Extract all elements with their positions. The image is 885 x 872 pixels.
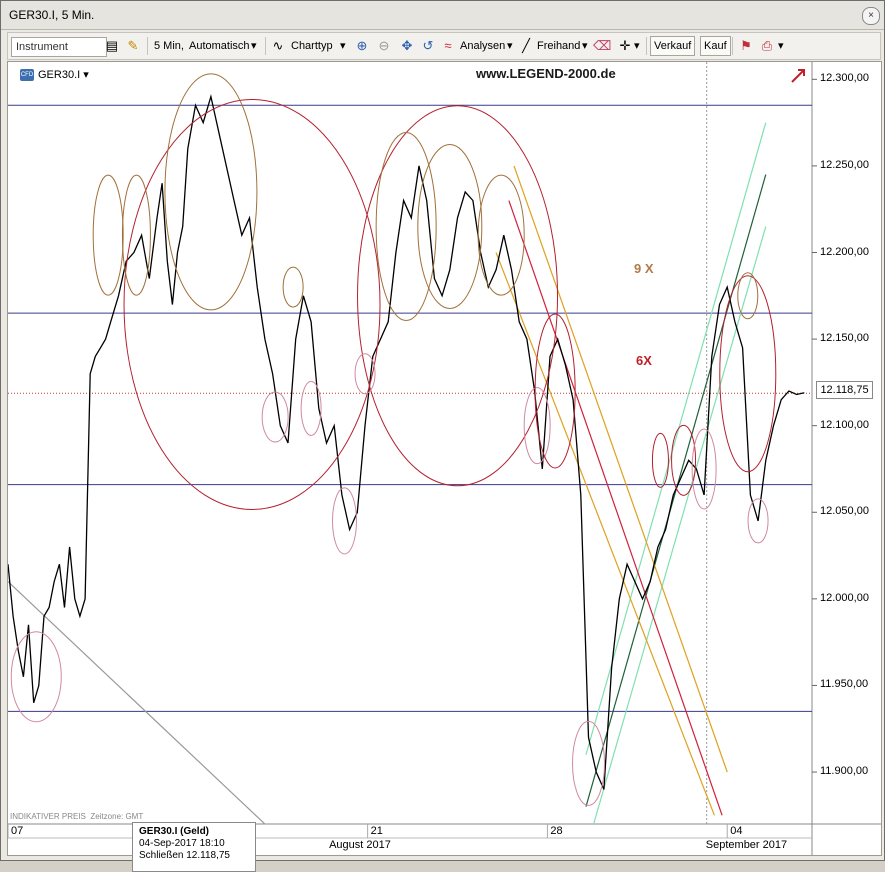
- annotation-circle: [477, 174, 525, 296]
- annotation-circle: [282, 266, 304, 308]
- zoom-in-icon[interactable]: ⊕: [354, 38, 370, 54]
- print-dropdown-icon[interactable]: ▾: [778, 37, 784, 55]
- move-icon[interactable]: ✥: [399, 38, 415, 54]
- annotation-6x: 6X: [636, 353, 652, 368]
- indicative-label: INDIKATIVER PREIS: [10, 812, 86, 821]
- analysen-menu[interactable]: Analysen: [460, 37, 505, 55]
- instrument-input[interactable]: Instrument: [11, 37, 107, 57]
- trend-arrow-icon: [791, 69, 805, 83]
- analysis-icon[interactable]: ≈: [440, 38, 456, 54]
- annotation-circle: [375, 132, 437, 322]
- freehand-icon[interactable]: ╱: [518, 38, 534, 54]
- window-title: GER30.I, 5 Min.: [9, 8, 95, 22]
- freihand-dropdown-icon[interactable]: ▾: [582, 37, 588, 55]
- y-tick-label: 12.050,00: [820, 505, 869, 518]
- x-tick-label: 07: [11, 825, 24, 837]
- y-tick-label: 12.300,00: [820, 72, 869, 85]
- downtrend-orange-lower: [495, 252, 715, 816]
- zoom-out-icon[interactable]: ⊖: [376, 38, 392, 54]
- reset-icon[interactable]: ↺: [420, 38, 436, 54]
- y-tick-label: 11.900,00: [820, 765, 869, 778]
- info-box: GER30.I (Geld) 04-Sep-2017 18:10 Schließ…: [132, 822, 256, 872]
- chart-toolbar: Instrument ▤ ✎ 5 Min, Automatisch ▾ ∿ Ch…: [7, 32, 881, 60]
- month-label: September 2017: [705, 839, 788, 851]
- annotation-circle: [417, 144, 483, 310]
- freihand-menu[interactable]: Freihand: [537, 37, 580, 55]
- toolbar-separator: [732, 37, 733, 55]
- annotation-circle: [123, 98, 381, 510]
- charttype-icon[interactable]: ∿: [270, 38, 286, 54]
- scale-select[interactable]: Automatisch: [189, 37, 250, 55]
- instrument-list-icon[interactable]: ▤: [104, 38, 120, 54]
- close-icon[interactable]: ×: [862, 7, 880, 25]
- scale-dropdown-icon[interactable]: ▾: [251, 37, 257, 55]
- cfd-badge-icon: CFD: [20, 69, 34, 82]
- annotation-circle: [164, 73, 258, 311]
- annotation-circle: [737, 272, 759, 320]
- channel-lower-line: [593, 226, 767, 825]
- toolbar-separator: [646, 37, 647, 55]
- y-tick-label: 12.100,00: [820, 418, 869, 431]
- timezone-label: Zeitzone: GMT: [90, 812, 144, 821]
- chart-window: GER30.I, 5 Min. × Instrument ▤ ✎ 5 Min, …: [0, 0, 885, 872]
- analysen-dropdown-icon[interactable]: ▾: [507, 37, 513, 55]
- annotation-circle: [300, 380, 322, 436]
- symbol-label: GER30.I: [38, 69, 81, 81]
- chart-area[interactable]: CFD GER30.I ▾ www.LEGEND-2000.de 9 X 6X 1…: [7, 61, 882, 872]
- info-datetime: 04-Sep-2017 18:10: [139, 838, 225, 849]
- x-tick-label: 28: [550, 825, 563, 837]
- compare-icon[interactable]: ✎: [125, 38, 141, 54]
- interval-select[interactable]: 5 Min,: [154, 37, 184, 55]
- month-label: August 2017: [329, 839, 391, 851]
- crosshair-dropdown-icon[interactable]: ▾: [634, 37, 640, 55]
- y-tick-label: 11.950,00: [820, 678, 869, 691]
- symbol-selector[interactable]: CFD GER30.I ▾: [20, 68, 89, 82]
- title-bar: GER30.I, 5 Min. ×: [1, 1, 884, 30]
- info-close: Schließen 12.118,75: [139, 850, 230, 861]
- indicator-icon[interactable]: ⚑: [738, 38, 754, 54]
- charttype-select[interactable]: Charttyp: [291, 37, 333, 55]
- info-title: GER30.I (Geld): [139, 826, 210, 837]
- watermark: www.LEGEND-2000.de: [476, 66, 616, 81]
- crosshair-icon[interactable]: ✛: [617, 38, 633, 54]
- annotation-9x: 9 X: [634, 261, 654, 276]
- print-icon[interactable]: ⎙: [759, 38, 775, 54]
- annotation-circle: [121, 174, 151, 296]
- trendline-gray: [8, 581, 266, 825]
- annotation-circle: [10, 631, 62, 723]
- y-tick-label: 12.000,00: [820, 591, 869, 604]
- eraser-icon[interactable]: ⌫: [593, 38, 611, 54]
- toolbar-separator: [265, 37, 266, 55]
- y-tick-label: 12.200,00: [820, 245, 869, 258]
- annotation-circle: [357, 105, 559, 487]
- footer-note: INDIKATIVER PREIS Zeitzone: GMT: [10, 812, 143, 821]
- current-price-tag: 12.118,75: [816, 381, 873, 399]
- x-tick-label: 04: [730, 825, 743, 837]
- price-chart[interactable]: [8, 62, 881, 855]
- y-tick-label: 12.150,00: [820, 332, 869, 345]
- annotation-circle: [651, 432, 669, 488]
- toolbar-separator: [147, 37, 148, 55]
- y-tick-label: 12.250,00: [820, 158, 869, 171]
- sell-button[interactable]: Verkauf: [650, 36, 696, 56]
- charttype-dropdown-icon[interactable]: ▾: [340, 37, 346, 55]
- buy-button[interactable]: Kauf: [700, 36, 731, 56]
- downtrend-red-line: [508, 200, 723, 816]
- x-tick-label: 21: [370, 825, 383, 837]
- price-series-line: [8, 94, 805, 790]
- annotation-circle: [261, 391, 289, 443]
- annotation-circle: [92, 174, 124, 296]
